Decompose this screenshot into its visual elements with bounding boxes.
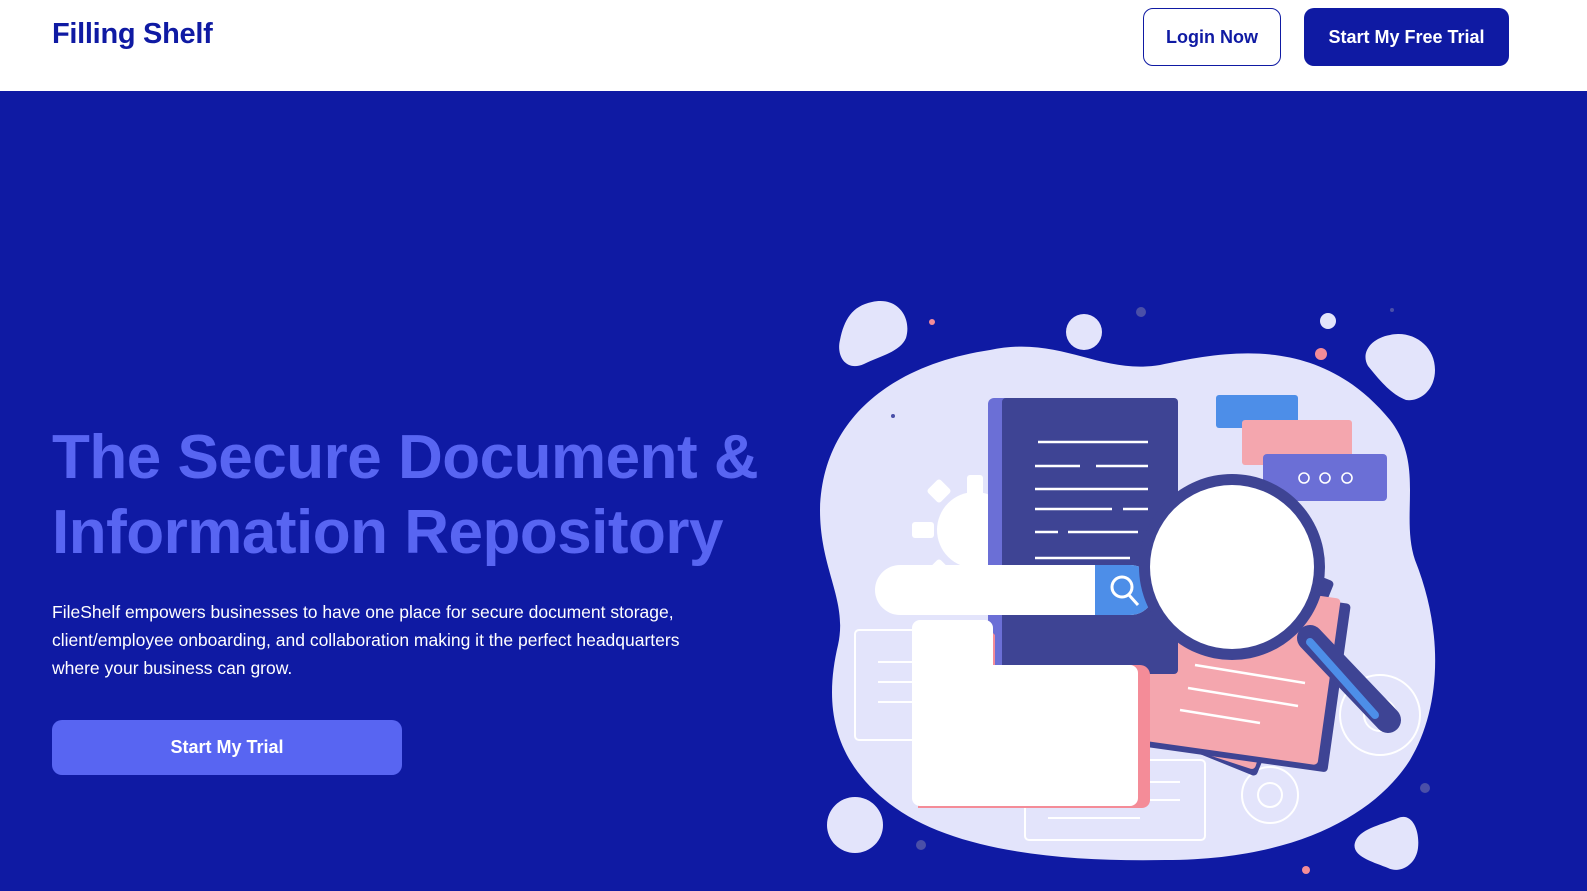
start-free-trial-button[interactable]: Start My Free Trial	[1304, 8, 1509, 66]
decor-dot	[1320, 313, 1336, 329]
document-search-illustration	[800, 290, 1460, 891]
decor-dot	[1315, 348, 1327, 360]
login-button[interactable]: Login Now	[1143, 8, 1281, 66]
hero-description: FileShelf empowers businesses to have on…	[52, 602, 680, 678]
decor-dot	[1302, 866, 1310, 874]
decor-dot	[1136, 307, 1146, 317]
decor-dot	[891, 414, 895, 418]
decor-dot	[929, 319, 935, 325]
decor-dot	[827, 797, 883, 853]
decor-dot	[1390, 308, 1394, 312]
top-nav: Filling Shelf Login Now Start My Free Tr…	[0, 0, 1587, 91]
brand-logo[interactable]: Filling Shelf	[52, 18, 213, 51]
search-bar	[875, 565, 1155, 615]
decor-dot	[1420, 783, 1430, 793]
start-trial-button[interactable]: Start My Trial	[52, 720, 402, 775]
decor-blob-bottom-right	[1354, 816, 1419, 870]
decor-dot	[1066, 314, 1102, 350]
decor-blob-top-right	[1365, 334, 1435, 401]
decor-blob-top-left	[839, 300, 908, 367]
decor-dot	[916, 840, 926, 850]
hero-title: The Secure Document & Information Reposi…	[52, 423, 759, 567]
